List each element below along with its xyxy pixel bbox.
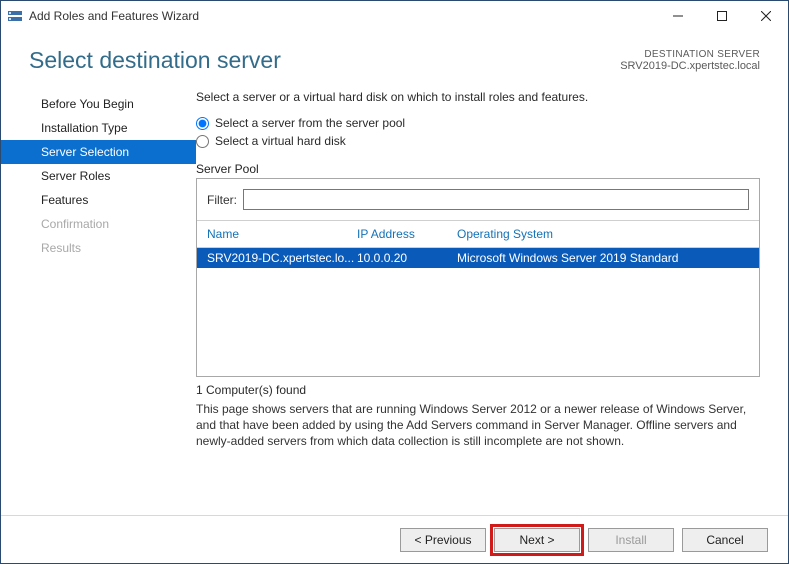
install-button: Install — [588, 528, 674, 552]
server-row[interactable]: SRV2019-DC.xpertstec.lo... 10.0.0.20 Mic… — [197, 248, 759, 268]
col-header-ip[interactable]: IP Address — [357, 227, 457, 241]
wizard-body: Before You Begin Installation Type Serve… — [1, 78, 788, 515]
computers-found: 1 Computer(s) found — [196, 383, 760, 397]
radio-server-pool[interactable]: Select a server from the server pool — [196, 116, 760, 130]
nav-results: Results — [1, 236, 196, 260]
minimize-button[interactable] — [656, 1, 700, 31]
server-row-os: Microsoft Windows Server 2019 Standard — [457, 251, 749, 265]
col-header-name[interactable]: Name — [207, 227, 357, 241]
filter-label: Filter: — [207, 193, 237, 207]
window-title: Add Roles and Features Wizard — [29, 9, 199, 23]
wizard-header: Select destination server DESTINATION SE… — [1, 31, 788, 78]
wizard-main: Select a server or a virtual hard disk o… — [196, 86, 760, 515]
filter-input[interactable] — [243, 189, 749, 210]
filter-row: Filter: — [197, 179, 759, 220]
nav-server-selection[interactable]: Server Selection — [1, 140, 196, 164]
server-pool-box: Filter: Name IP Address Operating System… — [196, 178, 760, 377]
radio-vhd-label: Select a virtual hard disk — [215, 134, 346, 148]
server-pool-heading: Server Pool — [196, 162, 760, 176]
destination-server-box: DESTINATION SERVER SRV2019-DC.xpertstec.… — [620, 49, 760, 72]
destination-label: DESTINATION SERVER — [620, 49, 760, 60]
previous-button[interactable]: < Previous — [400, 528, 486, 552]
server-pool-header: Name IP Address Operating System — [197, 220, 759, 248]
nav-server-roles[interactable]: Server Roles — [1, 164, 196, 188]
wizard-nav: Before You Begin Installation Type Serve… — [1, 86, 196, 515]
server-row-ip: 10.0.0.20 — [357, 251, 457, 265]
nav-features[interactable]: Features — [1, 188, 196, 212]
wizard-footer: < Previous Next > Install Cancel — [1, 515, 788, 563]
next-button[interactable]: Next > — [494, 528, 580, 552]
cancel-button[interactable]: Cancel — [682, 528, 768, 552]
nav-before-you-begin[interactable]: Before You Begin — [1, 92, 196, 116]
server-manager-icon — [7, 8, 23, 24]
radio-server-pool-label: Select a server from the server pool — [215, 116, 405, 130]
radio-server-pool-input[interactable] — [196, 117, 209, 130]
intro-text: Select a server or a virtual hard disk o… — [196, 90, 760, 104]
maximize-button[interactable] — [700, 1, 744, 31]
nav-installation-type[interactable]: Installation Type — [1, 116, 196, 140]
wizard-window: Add Roles and Features Wizard Select des… — [0, 0, 789, 564]
radio-vhd-input[interactable] — [196, 135, 209, 148]
server-pool-rows: SRV2019-DC.xpertstec.lo... 10.0.0.20 Mic… — [197, 248, 759, 376]
col-header-os[interactable]: Operating System — [457, 227, 749, 241]
radio-vhd[interactable]: Select a virtual hard disk — [196, 134, 760, 148]
nav-confirmation: Confirmation — [1, 212, 196, 236]
page-title: Select destination server — [29, 47, 620, 74]
close-button[interactable] — [744, 1, 788, 31]
help-text: This page shows servers that are running… — [196, 401, 760, 450]
destination-value: SRV2019-DC.xpertstec.local — [620, 60, 760, 72]
server-row-name: SRV2019-DC.xpertstec.lo... — [207, 251, 357, 265]
titlebar: Add Roles and Features Wizard — [1, 1, 788, 31]
